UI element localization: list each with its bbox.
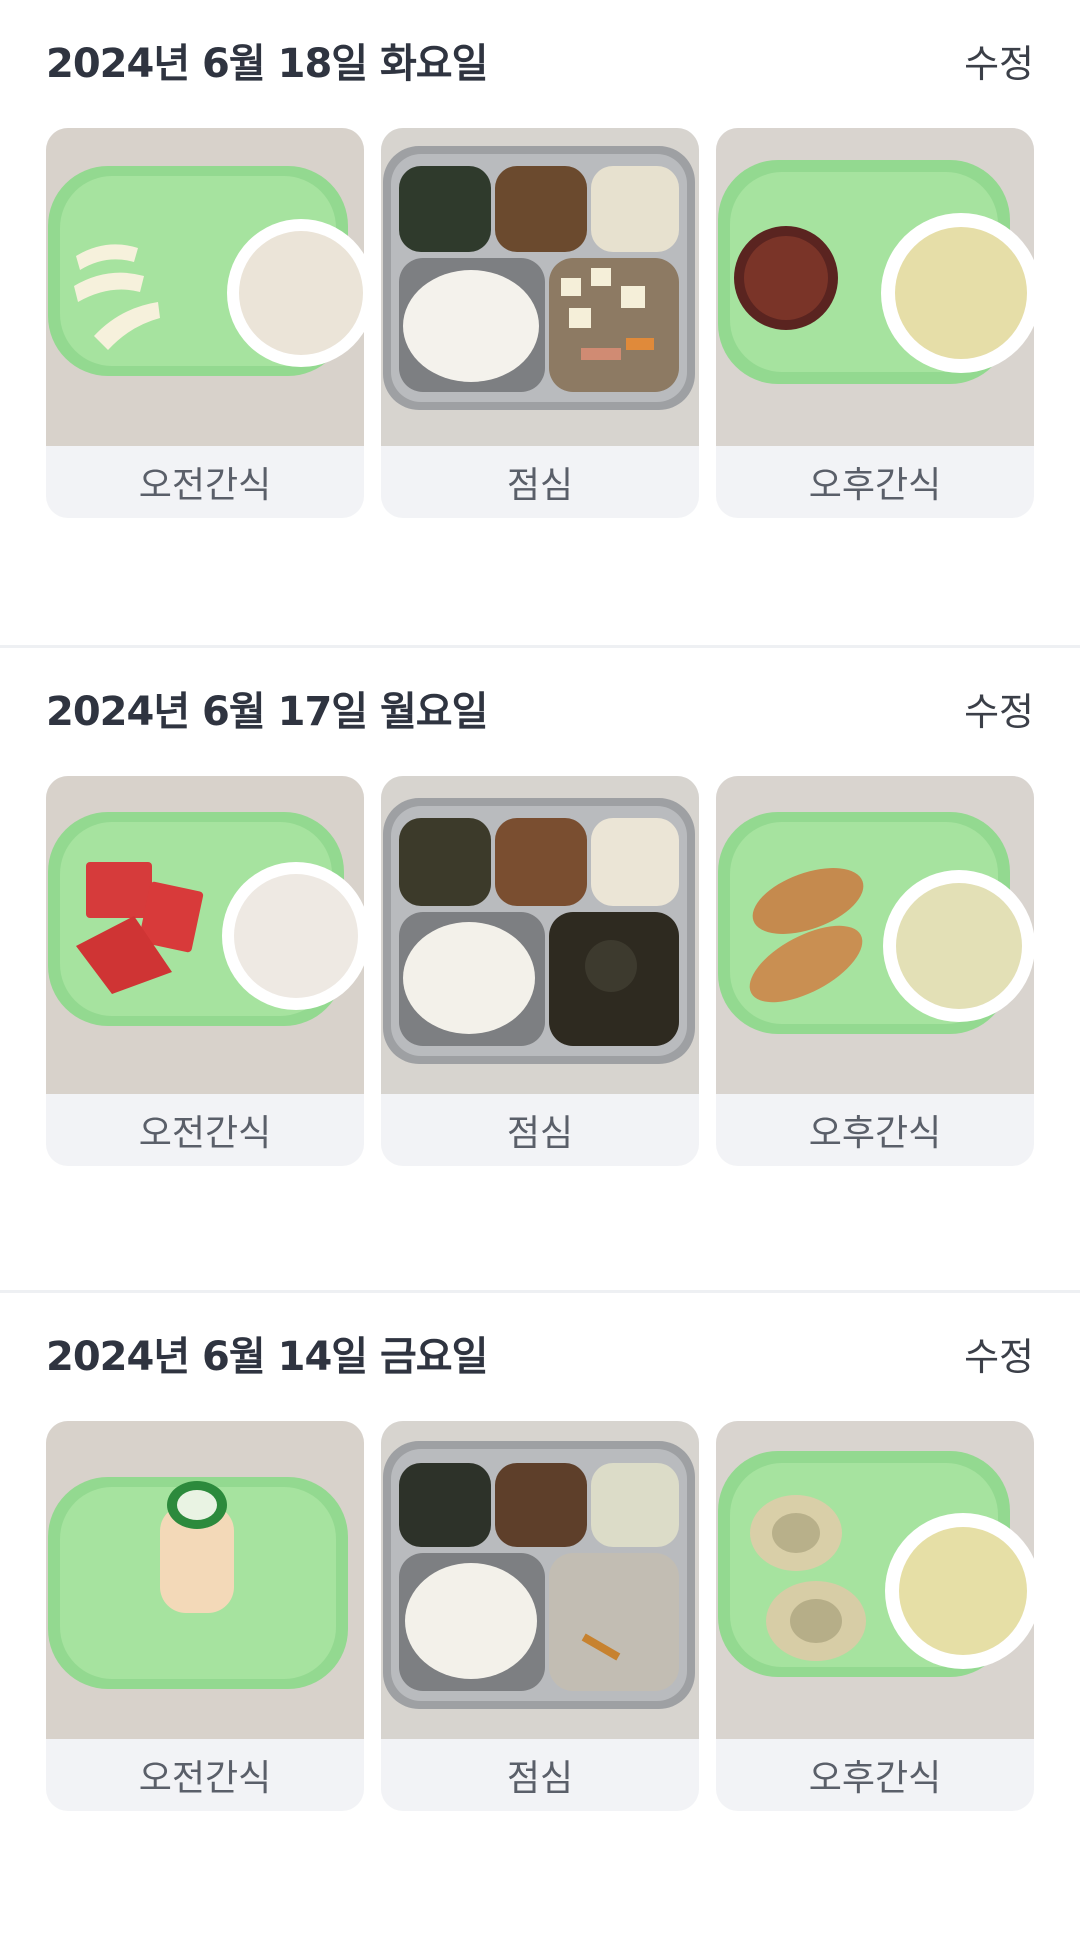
lunch-tray-porridge-photo	[381, 1421, 699, 1739]
meal-card-morning-snack[interactable]: 오전간식	[46, 1421, 364, 1811]
meal-label: 점심	[506, 465, 574, 506]
lunch-tray-tofu-stew-photo	[381, 128, 699, 446]
meal-card-lunch[interactable]: 점심	[381, 128, 699, 518]
edit-button[interactable]: 수정	[964, 33, 1034, 88]
meal-card-afternoon-snack[interactable]: 오후간식	[716, 128, 1034, 518]
meal-card-afternoon-snack[interactable]: 오후간식	[716, 1421, 1034, 1811]
day-section: 2024년 6월 14일 금요일 수정 오전간식 점심 오후간식	[0, 1290, 1080, 1935]
edit-button[interactable]: 수정	[964, 1326, 1034, 1381]
meal-list: 오전간식 점심 오후간식	[0, 738, 1080, 1166]
tray-fried-pastry-juice-photo	[716, 776, 1034, 1094]
meal-label: 오전간식	[138, 1758, 272, 1799]
meal-card-morning-snack[interactable]: 오전간식	[46, 128, 364, 518]
meal-card-lunch[interactable]: 점심	[381, 776, 699, 1166]
meal-label: 오후간식	[808, 1758, 942, 1799]
tray-dumplings-juice-photo	[716, 1421, 1034, 1739]
day-title: 2024년 6월 14일 금요일	[46, 1334, 488, 1380]
tray-melon-milk-photo	[46, 128, 364, 446]
day-header: 2024년 6월 18일 화요일 수정	[0, 0, 1080, 90]
meal-label: 오후간식	[808, 465, 942, 506]
meal-label: 오후간식	[808, 1113, 942, 1154]
meal-list: 오전간식 점심 오후간식	[0, 90, 1080, 518]
meal-label: 점심	[506, 1113, 574, 1154]
edit-button[interactable]: 수정	[964, 681, 1034, 736]
tray-yogurt-drink-photo	[46, 1421, 364, 1739]
tray-jelly-juice-photo	[716, 128, 1034, 446]
day-title: 2024년 6월 17일 월요일	[46, 689, 488, 735]
meal-label: 오전간식	[138, 1113, 272, 1154]
meal-card-afternoon-snack[interactable]: 오후간식	[716, 776, 1034, 1166]
tray-watermelon-milk-photo	[46, 776, 364, 1094]
lunch-tray-seaweed-photo	[381, 776, 699, 1094]
day-header: 2024년 6월 17일 월요일 수정	[0, 648, 1080, 738]
meal-card-lunch[interactable]: 점심	[381, 1421, 699, 1811]
meal-label: 오전간식	[138, 465, 272, 506]
meal-list: 오전간식 점심 오후간식	[0, 1383, 1080, 1811]
meal-card-morning-snack[interactable]: 오전간식	[46, 776, 364, 1166]
day-section: 2024년 6월 17일 월요일 수정 오전간식 점심 오후간식	[0, 645, 1080, 1290]
meal-label: 점심	[506, 1758, 574, 1799]
day-section: 2024년 6월 18일 화요일 수정 오전간식 점심 오후간식	[0, 0, 1080, 645]
day-header: 2024년 6월 14일 금요일 수정	[0, 1293, 1080, 1383]
day-title: 2024년 6월 18일 화요일	[46, 41, 488, 87]
